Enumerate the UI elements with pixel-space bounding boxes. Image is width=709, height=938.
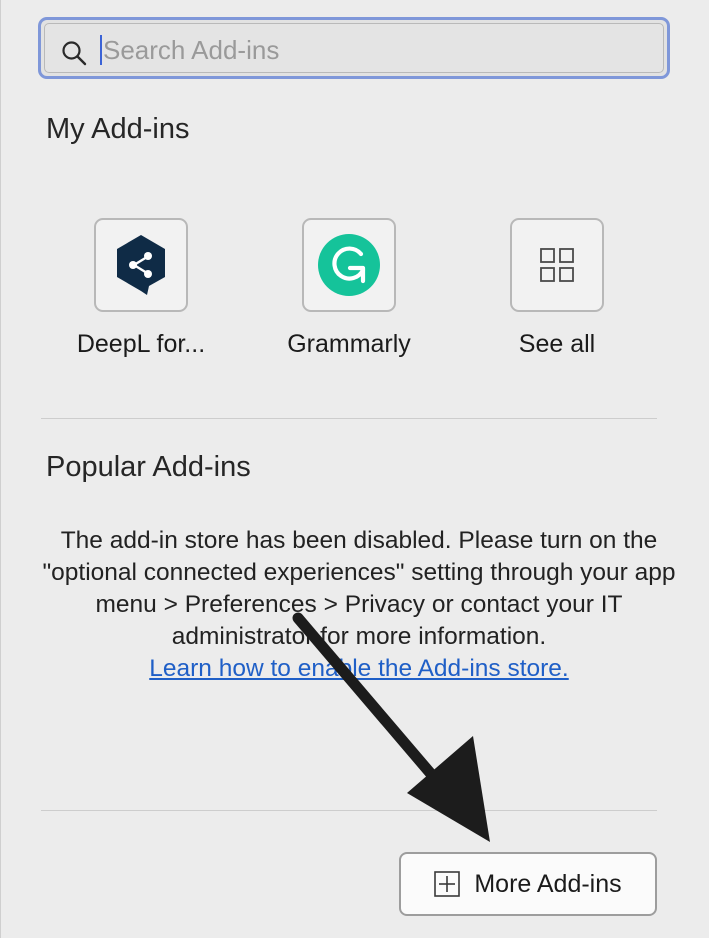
plus-icon: [434, 871, 461, 897]
more-addins-button[interactable]: More Add-ins: [399, 852, 657, 916]
addin-label: DeepL for...: [76, 330, 206, 358]
search-box[interactable]: [38, 17, 670, 79]
footer-divider: [41, 810, 657, 811]
section-divider: [41, 418, 657, 419]
add-ins-panel: My Add-ins DeepL for... Grammarly: [0, 0, 709, 938]
addin-label: Grammarly: [287, 330, 411, 358]
my-addins-title: My Add-ins: [46, 113, 190, 145]
addin-tile[interactable]: [510, 218, 604, 312]
store-disabled-text: The add-in store has been disabled. Plea…: [42, 527, 676, 650]
addin-deepl[interactable]: DeepL for...: [51, 218, 231, 359]
store-disabled-message: The add-in store has been disabled. Plea…: [41, 525, 677, 685]
addin-tile[interactable]: [302, 218, 396, 312]
see-all-button[interactable]: See all: [467, 218, 647, 359]
addin-tile[interactable]: [94, 218, 188, 312]
grid-icon: [540, 248, 574, 282]
search-field-frame: [44, 23, 664, 73]
search-icon: [62, 41, 87, 66]
search-input[interactable]: [103, 30, 643, 70]
popular-addins-title: Popular Add-ins: [46, 451, 251, 483]
more-addins-label: More Add-ins: [474, 869, 622, 898]
learn-enable-store-link[interactable]: Learn how to enable the Add-ins store.: [149, 655, 569, 682]
text-caret: [100, 35, 102, 65]
grammarly-icon: [318, 234, 380, 296]
addin-label: See all: [518, 330, 596, 358]
addin-grammarly[interactable]: Grammarly: [259, 218, 439, 359]
deepl-icon: [117, 235, 165, 295]
